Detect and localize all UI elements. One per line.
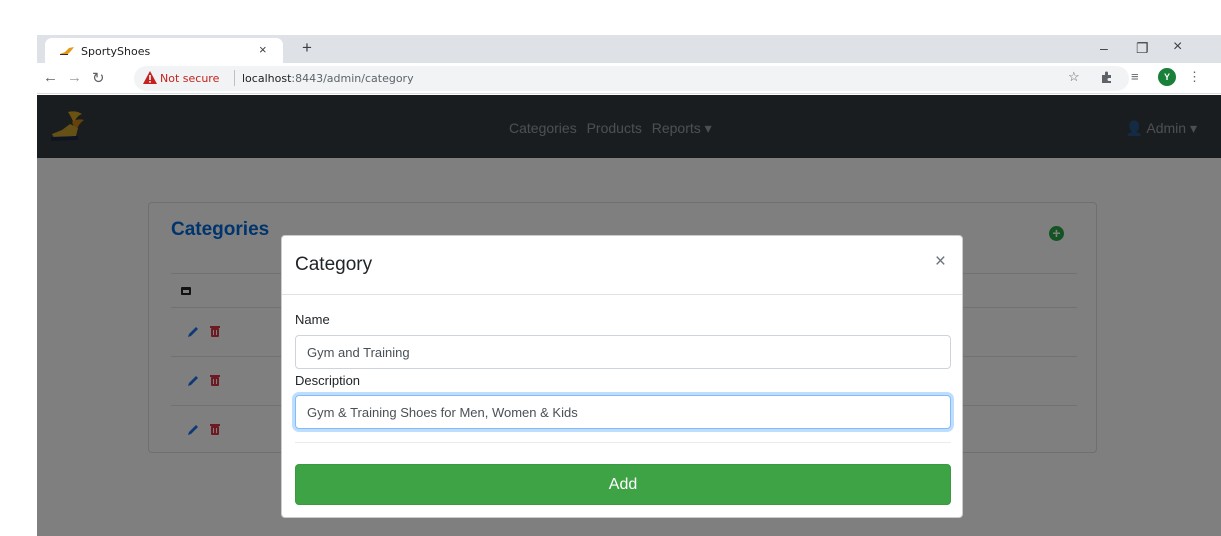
address-bar[interactable]: Not secure localhost:8443/admin/category — [134, 66, 1129, 91]
name-label: Name — [295, 312, 330, 327]
description-input[interactable] — [295, 395, 951, 429]
reading-list-icon[interactable]: ≡ — [1131, 69, 1139, 84]
web-page: Categories Products Reports ▾ 👤 Admin ▾ … — [37, 95, 1221, 536]
shoe-favicon-icon — [60, 47, 74, 55]
new-tab-button[interactable]: + — [302, 39, 312, 57]
more-menu-icon[interactable]: ⋮ — [1188, 69, 1201, 85]
url-separator — [234, 70, 235, 86]
extensions-icon[interactable] — [1100, 71, 1113, 84]
back-icon[interactable]: ← — [43, 69, 58, 86]
modal-title: Category — [295, 254, 373, 275]
not-secure-label: Not secure — [160, 72, 220, 85]
url-host: localhost — [242, 72, 292, 85]
warning-icon — [143, 71, 157, 84]
category-modal: Category × Name Description Add — [281, 235, 963, 518]
reload-icon[interactable]: ↻ — [92, 69, 105, 87]
browser-tabstrip: SportyShoes × + – ❐ × — [37, 35, 1221, 64]
bookmark-star-icon[interactable]: ☆ — [1068, 69, 1080, 85]
modal-divider — [295, 442, 951, 443]
browser-tab[interactable]: SportyShoes × — [45, 38, 283, 64]
add-button[interactable]: Add — [295, 464, 951, 505]
browser-toolbar: ← → ↻ Not secure localhost:8443/admin/ca… — [37, 63, 1221, 94]
profile-avatar[interactable]: Y — [1158, 68, 1176, 86]
window-close-icon[interactable]: × — [1173, 38, 1182, 56]
tab-close-icon[interactable]: × — [259, 42, 267, 57]
forward-icon[interactable]: → — [67, 69, 82, 86]
modal-header: Category × — [282, 236, 962, 295]
url-text: localhost:8443/admin/category — [242, 72, 414, 85]
tab-title: SportyShoes — [81, 45, 151, 58]
restore-icon[interactable]: ❐ — [1136, 40, 1149, 57]
description-label: Description — [295, 373, 361, 388]
minimize-icon[interactable]: – — [1100, 40, 1108, 56]
modal-close-icon[interactable]: × — [935, 252, 946, 271]
url-path: :8443/admin/category — [291, 72, 414, 85]
name-input[interactable] — [295, 335, 951, 369]
